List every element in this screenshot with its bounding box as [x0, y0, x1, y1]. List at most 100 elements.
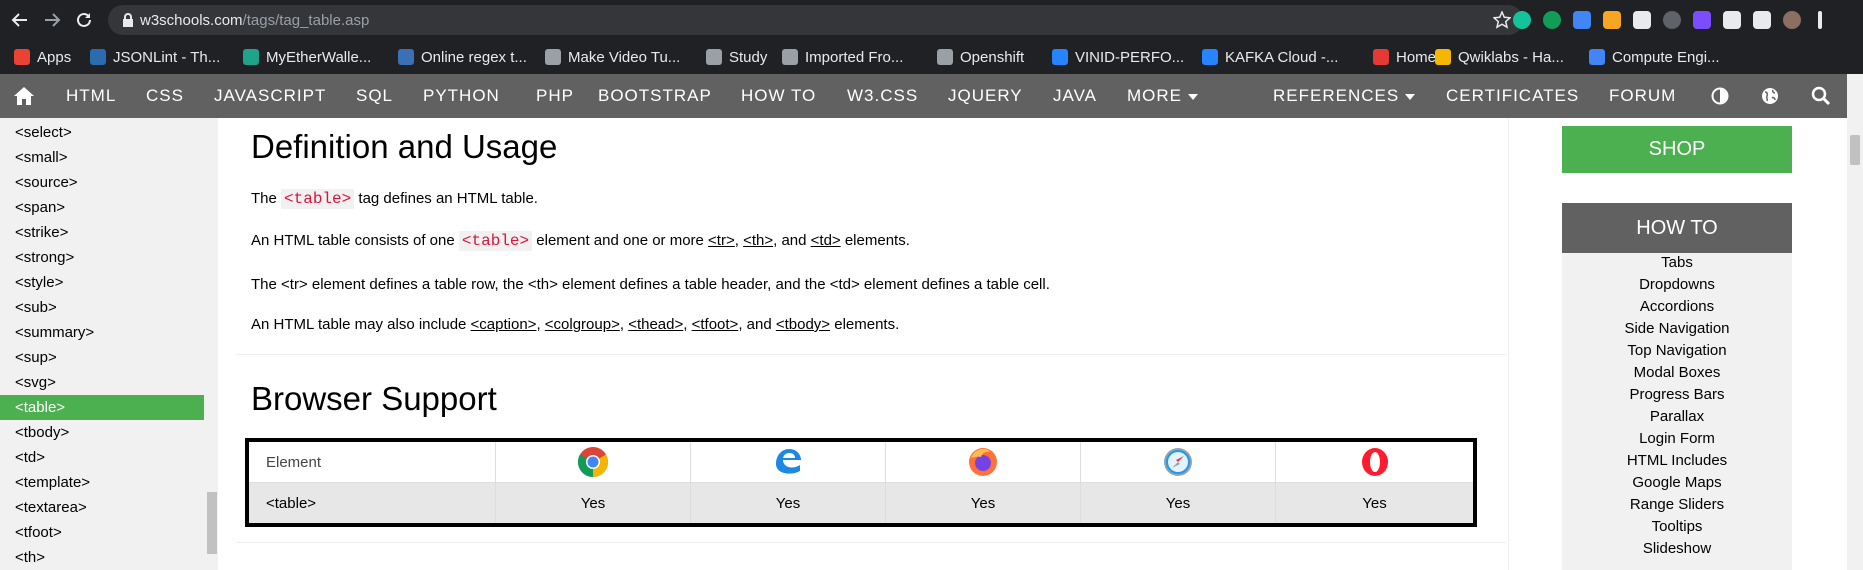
bookmark-item[interactable]: KAFKA Cloud -...	[1202, 40, 1338, 74]
avatar[interactable]	[1783, 11, 1801, 29]
search-icon[interactable]	[1811, 74, 1831, 118]
page-title: Definition and Usage	[251, 128, 558, 165]
colgroup-link[interactable]: <colgroup>	[545, 316, 620, 333]
forward-button[interactable]	[40, 8, 64, 32]
nav-javascript[interactable]: JAVASCRIPT	[214, 74, 326, 118]
star-icon[interactable]	[1493, 11, 1511, 29]
home-icon[interactable]	[13, 74, 35, 118]
bookmark-label: Imported Fro...	[805, 48, 904, 66]
th-link[interactable]: <th>	[743, 232, 773, 249]
grammarly-extension-icon[interactable]	[1513, 11, 1531, 29]
sidebar-item[interactable]: <sub>	[0, 295, 204, 320]
sidebar-item[interactable]: <tbody>	[0, 420, 204, 445]
tfoot-link[interactable]: <tfoot>	[692, 316, 739, 333]
extension-icon[interactable]	[1603, 11, 1621, 29]
howto-link-item[interactable]: Tooltips	[1562, 518, 1792, 535]
extension-icon[interactable]	[1693, 11, 1711, 29]
sidebar-item[interactable]: <summary>	[0, 320, 204, 345]
tbody-link[interactable]: <tbody>	[776, 316, 830, 333]
howto-link-item[interactable]: Side Navigation	[1562, 320, 1792, 337]
howto-link-item[interactable]: Range Sliders	[1562, 496, 1792, 513]
bookmark-item[interactable]: MyEtherWalle...	[243, 40, 371, 74]
nav-certificates[interactable]: CERTIFICATES	[1446, 74, 1579, 118]
sidebar-item[interactable]: <style>	[0, 270, 204, 295]
bookmark-item[interactable]: JSONLint - Th...	[90, 40, 220, 74]
extension-icon[interactable]	[1633, 11, 1651, 29]
sidebar-item[interactable]: <textarea>	[0, 495, 204, 520]
sidebar-item[interactable]: <strike>	[0, 220, 204, 245]
nav-bootstrap[interactable]: BOOTSTRAP	[598, 74, 712, 118]
nav-jquery[interactable]: JQUERY	[948, 74, 1023, 118]
nav-java[interactable]: JAVA	[1053, 74, 1097, 118]
translate-extension-icon[interactable]	[1573, 11, 1591, 29]
bookmark-icon	[398, 49, 414, 65]
nav-forum[interactable]: FORUM	[1609, 74, 1676, 118]
reload-button[interactable]	[72, 8, 96, 32]
bookmark-item[interactable]: Home	[1373, 40, 1436, 74]
howto-link-item[interactable]: Progress Bars	[1562, 386, 1792, 403]
nav-w3-css[interactable]: W3.CSS	[847, 74, 918, 118]
nav-how-to[interactable]: HOW TO	[741, 74, 816, 118]
howto-link-item[interactable]: HTML Includes	[1562, 452, 1792, 469]
bookmark-item[interactable]: Imported Fro...	[782, 40, 903, 74]
bookmark-item[interactable]: Study	[706, 40, 767, 74]
howto-link-item[interactable]: Google Maps	[1562, 474, 1792, 491]
chat-extension-icon[interactable]	[1543, 11, 1561, 29]
back-button[interactable]	[8, 8, 32, 32]
sidebar-item[interactable]: <small>	[0, 145, 204, 170]
td-link[interactable]: <td>	[811, 232, 841, 249]
menu-icon[interactable]	[1818, 11, 1822, 29]
bookmark-item[interactable]: VINID-PERFO...	[1052, 40, 1184, 74]
sidebar-item[interactable]: <svg>	[0, 370, 204, 395]
bookmark-icon	[1052, 49, 1068, 65]
howto-link-item[interactable]: Accordions	[1562, 298, 1792, 315]
address-bar[interactable]: w3schools.com/tags/tag_table.asp	[108, 5, 1523, 35]
bookmark-item[interactable]: Compute Engi...	[1589, 40, 1720, 74]
divider	[236, 542, 1506, 543]
sidebar-item[interactable]: <span>	[0, 195, 204, 220]
puzzle-icon[interactable]	[1723, 11, 1741, 29]
nav-php[interactable]: PHP	[536, 74, 574, 118]
sidebar-item[interactable]: <th>	[0, 545, 204, 570]
howto-link-item[interactable]: Tabs	[1562, 254, 1792, 271]
bookmarks-bar: Apps JSONLint - Th... MyEtherWalle... Onlin…	[0, 40, 1863, 74]
page-scrollbar-thumb[interactable]	[1850, 135, 1860, 165]
sidebar-scrollbar-thumb[interactable]	[207, 492, 217, 554]
howto-link-item[interactable]: Modal Boxes	[1562, 364, 1792, 381]
sidebar-item[interactable]: <template>	[0, 470, 204, 495]
nav-python[interactable]: PYTHON	[423, 74, 500, 118]
tr-link[interactable]: <tr>	[708, 232, 735, 249]
sidebar-item[interactable]: <td>	[0, 445, 204, 470]
bookmark-icon	[1435, 49, 1451, 65]
howto-link-item[interactable]: Slideshow	[1562, 540, 1792, 557]
sidebar-item[interactable]: <table>	[0, 395, 204, 420]
caption-link[interactable]: <caption>	[471, 316, 537, 333]
bookmark-item[interactable]: Qwiklabs - Ha...	[1435, 40, 1564, 74]
howto-link-item[interactable]: Top Navigation	[1562, 342, 1792, 359]
bookmark-item[interactable]: Make Video Tu...	[545, 40, 680, 74]
contrast-icon[interactable]	[1711, 74, 1729, 118]
info-extension-icon[interactable]	[1663, 11, 1681, 29]
nav-sql[interactable]: SQL	[356, 74, 393, 118]
thead-link[interactable]: <thead>	[628, 316, 683, 333]
nav-html[interactable]: HTML	[66, 74, 116, 118]
howto-link-item[interactable]: Dropdowns	[1562, 276, 1792, 293]
bookmark-item[interactable]: Apps	[14, 40, 71, 74]
bookmark-item[interactable]: Online regex t...	[398, 40, 527, 74]
nav-references[interactable]: REFERENCES	[1273, 74, 1416, 118]
shop-button[interactable]: SHOP	[1562, 126, 1792, 173]
sidebar-item[interactable]: <tfoot>	[0, 520, 204, 545]
bookmark-item[interactable]: Openshift	[937, 40, 1024, 74]
howto-link-item[interactable]: Login Form	[1562, 430, 1792, 447]
bookmark-icon	[545, 49, 561, 65]
main-content: Definition and Usage The <table> tag def…	[218, 118, 1508, 570]
sidebar-item[interactable]: <strong>	[0, 245, 204, 270]
sidebar-item[interactable]: <sup>	[0, 345, 204, 370]
howto-link-item[interactable]: Parallax	[1562, 408, 1792, 425]
sidebar-item[interactable]: <source>	[0, 170, 204, 195]
globe-icon[interactable]	[1761, 74, 1779, 118]
playlist-icon[interactable]	[1753, 11, 1771, 29]
nav-css[interactable]: CSS	[146, 74, 184, 118]
nav-more[interactable]: MORE	[1127, 74, 1198, 118]
sidebar-item[interactable]: <select>	[0, 120, 204, 145]
